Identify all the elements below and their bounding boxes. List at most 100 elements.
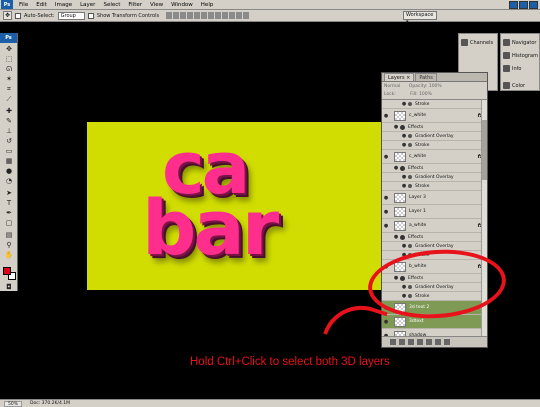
- distribute-top-icon[interactable]: [208, 12, 215, 19]
- lasso-tool-icon[interactable]: ᘏ: [3, 65, 15, 73]
- layer-mask-icon[interactable]: [408, 339, 414, 345]
- visibility-eye-icon[interactable]: ●: [400, 243, 408, 249]
- channels-dock-item[interactable]: Channels: [461, 39, 493, 46]
- align-top-icon[interactable]: [166, 12, 173, 19]
- dodge-tool-icon[interactable]: ◔: [3, 177, 15, 185]
- new-group-icon[interactable]: [426, 339, 432, 345]
- transform-controls-checkbox[interactable]: [87, 12, 94, 19]
- quick-mask-icon[interactable]: ◘: [3, 283, 15, 291]
- distribute-left-icon[interactable]: [229, 12, 236, 19]
- tab-paths[interactable]: Paths: [415, 73, 437, 81]
- type-tool-icon[interactable]: T: [3, 199, 15, 207]
- move-tool-preset-icon[interactable]: ✥: [3, 11, 12, 20]
- workspace-button[interactable]: Workspace ▾: [403, 11, 437, 25]
- minimize-button[interactable]: [509, 1, 518, 9]
- gradient-tool-icon[interactable]: ▦: [3, 157, 15, 165]
- effect-visibility-icon[interactable]: [408, 143, 412, 147]
- auto-select-dropdown[interactable]: Group: [57, 11, 85, 20]
- distribute-center-icon[interactable]: [236, 12, 243, 19]
- opacity-value[interactable]: 100%: [429, 84, 442, 89]
- auto-select-checkbox[interactable]: [15, 12, 21, 19]
- align-right-icon[interactable]: [201, 12, 208, 19]
- layer-row[interactable]: ●c_whitefx: [382, 109, 487, 123]
- effect-visibility-icon[interactable]: [408, 102, 412, 106]
- blur-tool-icon[interactable]: ●: [3, 167, 15, 175]
- menu-help[interactable]: Help: [197, 2, 218, 8]
- color-dock-item[interactable]: Color: [503, 82, 525, 89]
- clone-stamp-icon[interactable]: ⊥: [3, 127, 15, 135]
- document-canvas[interactable]: ca bar: [87, 122, 384, 290]
- delete-layer-icon[interactable]: [444, 339, 450, 345]
- distribute-bottom-icon[interactable]: [222, 12, 229, 19]
- menu-window[interactable]: Window: [167, 2, 197, 8]
- notes-tool-icon[interactable]: ▤: [3, 231, 15, 239]
- effect-visibility-icon[interactable]: [408, 134, 412, 138]
- effect-visibility-icon[interactable]: [408, 184, 412, 188]
- menu-image[interactable]: Image: [51, 2, 76, 8]
- menu-filter[interactable]: Filter: [124, 2, 146, 8]
- shape-tool-icon[interactable]: ▢: [3, 219, 15, 227]
- tab-layers[interactable]: Layers ×: [384, 73, 415, 81]
- distribute-right-icon[interactable]: [243, 12, 250, 19]
- eyedropper-tool-icon[interactable]: ⚲: [3, 241, 15, 249]
- adjustment-layer-icon[interactable]: [417, 339, 423, 345]
- effects-row[interactable]: ● Effects: [382, 123, 487, 132]
- layers-scroll-thumb[interactable]: [482, 120, 487, 180]
- brush-tool-icon[interactable]: ✎: [3, 117, 15, 125]
- menu-file[interactable]: File: [15, 2, 32, 8]
- hand-tool-icon[interactable]: ✋: [3, 251, 15, 259]
- crop-tool-icon[interactable]: ⌗: [3, 85, 15, 93]
- blend-mode-select[interactable]: Normal: [384, 84, 400, 89]
- visibility-eye-icon[interactable]: ●: [392, 234, 400, 240]
- link-layers-icon[interactable]: [390, 339, 396, 345]
- marquee-tool-icon[interactable]: ⬚: [3, 55, 15, 63]
- visibility-eye-icon[interactable]: ●: [382, 209, 390, 215]
- effect-visibility-icon[interactable]: [400, 124, 405, 130]
- menu-layer[interactable]: Layer: [76, 2, 99, 8]
- layer-style-icon[interactable]: [399, 339, 405, 345]
- histogram-dock-item[interactable]: Histogram: [503, 52, 538, 59]
- effect-visibility-icon[interactable]: [400, 165, 405, 171]
- menu-edit[interactable]: Edit: [32, 2, 51, 8]
- visibility-eye-icon[interactable]: ●: [400, 142, 408, 148]
- visibility-eye-icon[interactable]: ●: [382, 195, 390, 201]
- layer-row[interactable]: ● Layer 1: [382, 205, 487, 219]
- visibility-eye-icon[interactable]: ●: [400, 183, 408, 189]
- fill-value[interactable]: 100%: [419, 92, 432, 97]
- effect-visibility-icon[interactable]: [408, 175, 412, 179]
- visibility-eye-icon[interactable]: ●: [382, 223, 390, 229]
- healing-brush-icon[interactable]: ✚: [3, 107, 15, 115]
- menu-select[interactable]: Select: [99, 2, 124, 8]
- effect-item-row[interactable]: ● Stroke: [382, 182, 487, 191]
- slice-tool-icon[interactable]: ⟋: [3, 95, 15, 103]
- path-selection-icon[interactable]: ➤: [3, 189, 15, 197]
- effects-row[interactable]: ● Effects: [382, 233, 487, 242]
- close-button[interactable]: [529, 1, 538, 9]
- visibility-eye-icon[interactable]: ●: [400, 101, 408, 107]
- history-brush-icon[interactable]: ↺: [3, 137, 15, 145]
- layer-row[interactable]: ●c_whitefx: [382, 150, 487, 164]
- effect-visibility-icon[interactable]: [408, 244, 412, 248]
- new-layer-icon[interactable]: [435, 339, 441, 345]
- visibility-eye-icon[interactable]: ●: [382, 113, 390, 119]
- visibility-eye-icon[interactable]: ●: [392, 124, 400, 130]
- align-left-icon[interactable]: [187, 12, 194, 19]
- align-bottom-icon[interactable]: [180, 12, 187, 19]
- visibility-eye-icon[interactable]: ●: [382, 154, 390, 160]
- visibility-eye-icon[interactable]: ●: [400, 133, 408, 139]
- visibility-eye-icon[interactable]: ●: [400, 174, 408, 180]
- foreground-color-swatch[interactable]: [3, 267, 11, 275]
- magic-wand-tool-icon[interactable]: ✶: [3, 75, 15, 83]
- pen-tool-icon[interactable]: ✒: [3, 209, 15, 217]
- move-tool-icon[interactable]: ✥: [3, 45, 15, 53]
- align-center-icon[interactable]: [194, 12, 201, 19]
- distribute-middle-icon[interactable]: [215, 12, 222, 19]
- layer-row[interactable]: ●a_whitefx: [382, 219, 487, 233]
- zoom-level[interactable]: 50%: [4, 400, 23, 407]
- effects-row[interactable]: ● Effects: [382, 164, 487, 173]
- effect-item-row[interactable]: ● Gradient Overlay: [382, 173, 487, 182]
- effect-item-row[interactable]: ● Gradient Overlay: [382, 132, 487, 141]
- maximize-button[interactable]: [519, 1, 528, 9]
- eraser-tool-icon[interactable]: ▭: [3, 147, 15, 155]
- menu-view[interactable]: View: [146, 2, 167, 8]
